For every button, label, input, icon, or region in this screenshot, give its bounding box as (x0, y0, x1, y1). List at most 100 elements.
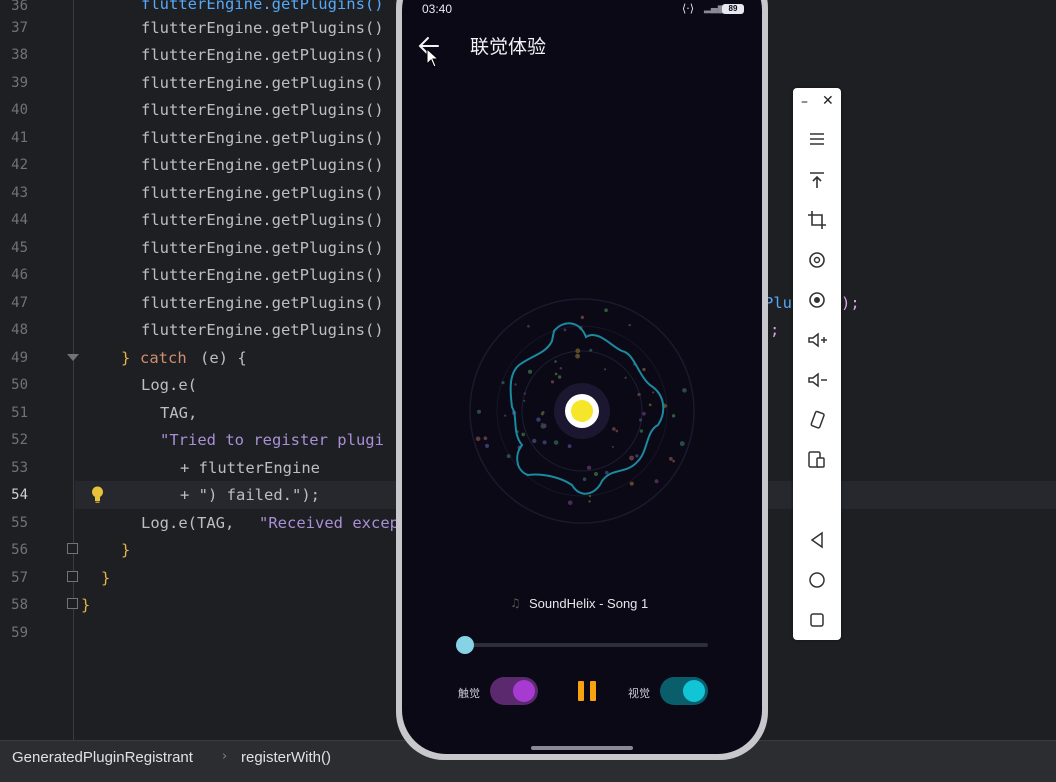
code-brace: } (121, 349, 131, 367)
toggle-knob (683, 680, 705, 702)
line-number: 36 (11, 0, 28, 14)
fold-marker[interactable] (67, 543, 78, 554)
particle (612, 427, 616, 431)
breadcrumb-method[interactable]: registerWith() (241, 749, 331, 766)
particle (589, 348, 593, 352)
pause-bar (590, 681, 596, 701)
line-number: 43 (11, 185, 28, 201)
line-number: 46 (11, 267, 28, 283)
visual-toggle[interactable] (660, 677, 708, 705)
particle (575, 348, 581, 354)
particle (580, 315, 585, 320)
particle (575, 353, 581, 359)
particle (542, 440, 547, 445)
recents-nav-icon[interactable] (805, 608, 829, 632)
line-number: 39 (11, 75, 28, 91)
particle (483, 436, 488, 441)
menu-icon[interactable] (805, 127, 829, 151)
breadcrumb-class[interactable]: GeneratedPluginRegistrant (12, 749, 193, 766)
particle (604, 470, 609, 475)
line-number: 41 (11, 130, 28, 146)
visual-label: 视觉 (628, 687, 650, 700)
particle (563, 328, 567, 332)
back-nav-icon[interactable] (805, 528, 829, 552)
code-line: + flutterEngine (180, 459, 320, 477)
close-icon[interactable]: ✕ (822, 93, 834, 109)
crop-icon[interactable] (805, 208, 829, 232)
line-number: 53 (11, 460, 28, 476)
slider-thumb[interactable] (456, 636, 474, 654)
particle (557, 375, 562, 379)
chevron-right-icon: › (222, 749, 228, 764)
home-indicator[interactable] (531, 746, 633, 750)
particle (567, 444, 572, 448)
pin-top-icon[interactable] (805, 168, 829, 192)
code-line: flutterEngine.getPlugins() (141, 46, 384, 64)
line-number: 51 (11, 405, 28, 421)
line-number: 49 (11, 350, 28, 366)
home-nav-icon[interactable] (805, 568, 829, 592)
audio-visualizer (469, 298, 695, 524)
particle (652, 391, 655, 394)
screen-record-icon[interactable] (805, 288, 829, 312)
code-line: flutterEngine.getPlugins() (141, 211, 384, 229)
particle (679, 441, 685, 447)
volume-up-icon[interactable] (805, 328, 829, 352)
phone-frame: 03:40 ⟨·⟩ ▂▄▆ 89 联觉体验 ♫ SoundHelix - Son… (396, 0, 768, 760)
fold-marker[interactable] (67, 354, 79, 361)
line-number: 45 (11, 240, 28, 256)
code-fragment: ; (770, 321, 780, 339)
code-brace: } (101, 569, 111, 587)
line-number: 47 (11, 295, 28, 311)
line-number: 58 (11, 597, 28, 613)
fold-marker[interactable] (67, 598, 78, 609)
line-number: 54 (11, 487, 28, 503)
phone-screen: 03:40 ⟨·⟩ ▂▄▆ 89 联觉体验 ♫ SoundHelix - Son… (402, 0, 762, 754)
wifi-icon: ⟨·⟩ (682, 2, 695, 15)
mouse-cursor-icon (426, 48, 440, 68)
status-time: 03:40 (422, 2, 453, 16)
code-string: "Tried to register plugi (160, 431, 384, 449)
particle (672, 459, 676, 463)
particle (536, 417, 541, 422)
particle (506, 454, 511, 459)
haptic-toggle[interactable] (490, 677, 538, 705)
particle (475, 436, 481, 442)
device-icon[interactable] (805, 448, 829, 472)
code-keyword: catch (140, 349, 187, 367)
code-line: flutterEngine.getPlugins() (141, 101, 384, 119)
battery-icon: 89 (722, 4, 744, 14)
progress-slider[interactable] (458, 643, 708, 647)
code-line: flutterEngine.getPlugins() (141, 266, 384, 284)
line-number: 48 (11, 322, 28, 338)
pause-button[interactable] (578, 681, 598, 701)
particle (648, 403, 652, 407)
particle (628, 323, 631, 327)
minimize-icon[interactable]: – (801, 94, 808, 110)
line-number: 38 (11, 47, 28, 63)
particle (550, 380, 555, 384)
volume-down-icon[interactable] (805, 368, 829, 392)
particle (541, 411, 545, 414)
particle (582, 477, 587, 481)
line-number: 52 (11, 432, 28, 448)
particle (484, 443, 490, 448)
code-string: "Received excep (259, 514, 399, 532)
particle (604, 368, 607, 371)
code-brace: } (121, 541, 131, 559)
line-number: 55 (11, 515, 28, 531)
particle (559, 366, 563, 370)
lightbulb-icon[interactable] (91, 486, 104, 503)
particle (637, 392, 641, 397)
particle (639, 418, 643, 422)
rotate-icon[interactable] (805, 248, 829, 272)
pause-bar (578, 681, 584, 701)
particle (668, 456, 673, 461)
music-note-icon: ♫ (510, 596, 521, 610)
fold-marker[interactable] (67, 571, 78, 582)
particle (523, 392, 527, 395)
code-line: flutterEngine.getPlugins() (141, 184, 384, 202)
rotate-screen-icon[interactable] (805, 408, 829, 432)
particle (671, 414, 676, 418)
particle (532, 438, 537, 444)
